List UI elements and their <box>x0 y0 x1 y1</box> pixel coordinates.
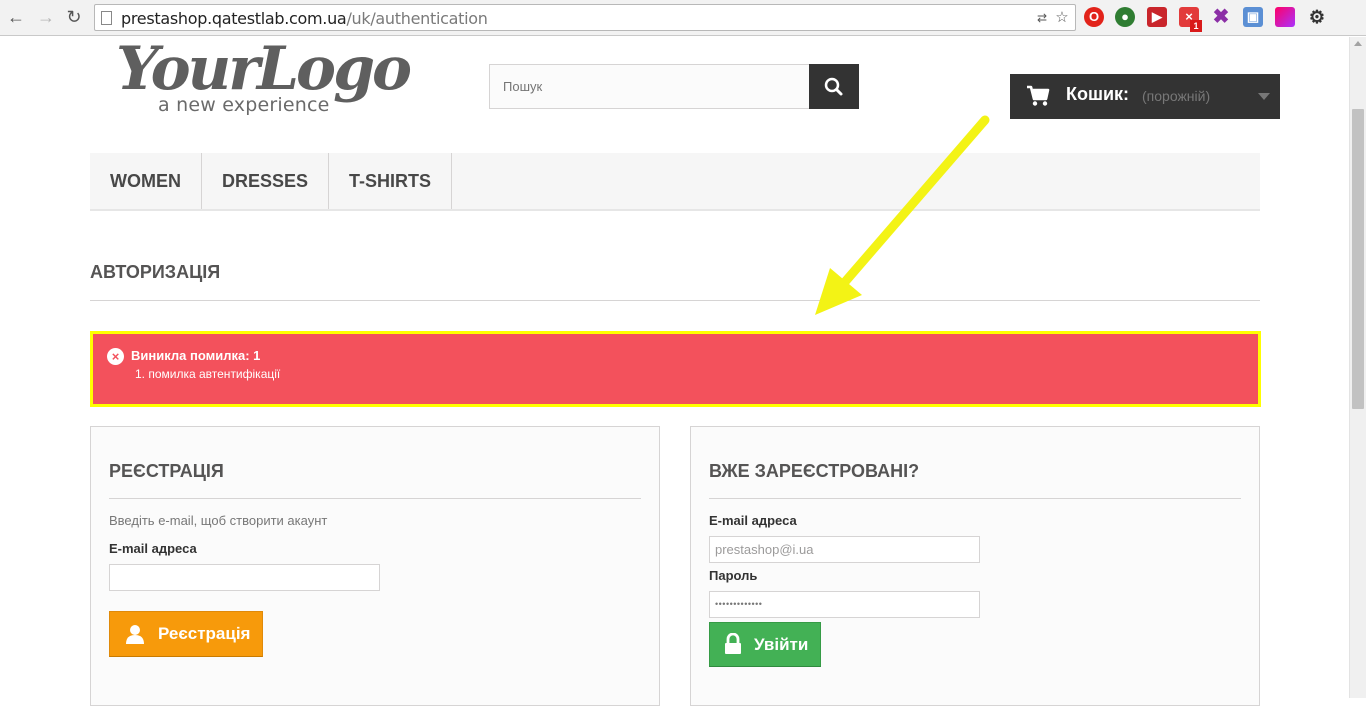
lock-icon <box>725 633 741 654</box>
chevron-down-icon <box>1258 93 1270 100</box>
register-hint: Введіть e-mail, щоб створити акаунт <box>109 513 328 528</box>
scroll-up-arrow-icon[interactable] <box>1354 41 1362 46</box>
logo-tagline: a new experience <box>158 94 330 116</box>
login-email-label: E-mail адреса <box>709 513 797 528</box>
alert-title: Виникла помилка: 1 <box>131 348 261 363</box>
search-input[interactable] <box>490 65 809 108</box>
url-text: prestashop.qatestlab.com.ua/uk/authentic… <box>121 9 488 28</box>
cart-icon <box>1027 85 1050 106</box>
browser-toolbar: ← → ↻ prestashop.qatestlab.com.ua/uk/aut… <box>0 0 1366 36</box>
register-email-field[interactable] <box>109 564 380 591</box>
page-icon <box>101 11 112 25</box>
register-form: РЕЄСТРАЦІЯ Введіть e-mail, щоб створити … <box>90 426 660 706</box>
main-menu: WOMEN DRESSES T-SHIRTS <box>90 153 1260 211</box>
menu-item-women[interactable]: WOMEN <box>90 153 202 209</box>
settings-gear-icon[interactable]: ⚙ <box>1307 7 1327 27</box>
opera-extension-icon[interactable]: O <box>1084 7 1104 27</box>
extension-badge: 1 <box>1190 20 1202 32</box>
star-icon[interactable]: ☆ <box>1053 9 1071 27</box>
login-button-label: Увійти <box>754 635 809 654</box>
site-logo[interactable]: YourLogo a new experience <box>116 34 412 120</box>
cart-status: (порожній) <box>1142 88 1211 104</box>
menu-item-tshirts[interactable]: T-SHIRTS <box>329 153 453 209</box>
address-bar[interactable]: prestashop.qatestlab.com.ua/uk/authentic… <box>94 4 1076 31</box>
login-title: ВЖЕ ЗАРЕЄСТРОВАНІ? <box>709 461 1241 499</box>
error-alert: × Виникла помилка: 1 1. помилка автентиф… <box>90 331 1261 407</box>
page-scrollbar[interactable] <box>1349 37 1366 698</box>
reload-icon[interactable]: ↻ <box>64 7 84 27</box>
x-extension-icon[interactable]: ✖ <box>1211 7 1231 27</box>
play-extension-icon[interactable]: ▶ <box>1147 7 1167 27</box>
register-button-label: Реєстрація <box>158 624 251 643</box>
register-email-label: E-mail адреса <box>109 541 197 556</box>
cart-label: Кошик: <box>1066 84 1130 104</box>
back-arrow-icon[interactable]: ← <box>6 7 26 27</box>
cart-button[interactable]: Кошик: (порожній) <box>1010 74 1280 119</box>
menu-item-dresses[interactable]: DRESSES <box>202 153 330 209</box>
register-button[interactable]: Реєстрація <box>109 611 263 657</box>
color-extension-icon[interactable] <box>1275 7 1295 27</box>
scroll-thumb[interactable] <box>1352 109 1364 409</box>
login-password-field[interactable]: ••••••••••••• <box>709 591 980 618</box>
page-title: АВТОРИЗАЦІЯ <box>90 262 1260 301</box>
alert-error-item: 1. помилка автентифікації <box>135 367 281 381</box>
login-password-label: Пароль <box>709 568 758 583</box>
login-email-field[interactable]: prestashop@i.ua <box>709 536 980 563</box>
forward-arrow-icon[interactable]: → <box>36 7 56 27</box>
login-button[interactable]: Увійти <box>709 622 821 667</box>
search-box <box>489 64 810 109</box>
screenshot-extension-icon[interactable]: ▣ <box>1243 7 1263 27</box>
translate-icon[interactable]: ⇄ <box>1033 9 1051 27</box>
login-form: ВЖЕ ЗАРЕЄСТРОВАНІ? E-mail адреса prestas… <box>690 426 1260 706</box>
yellow-arrow-icon <box>815 115 990 315</box>
register-title: РЕЄСТРАЦІЯ <box>109 461 641 499</box>
error-close-icon: × <box>107 348 124 365</box>
user-icon <box>126 625 144 644</box>
globe-extension-icon[interactable]: ● <box>1115 7 1135 27</box>
